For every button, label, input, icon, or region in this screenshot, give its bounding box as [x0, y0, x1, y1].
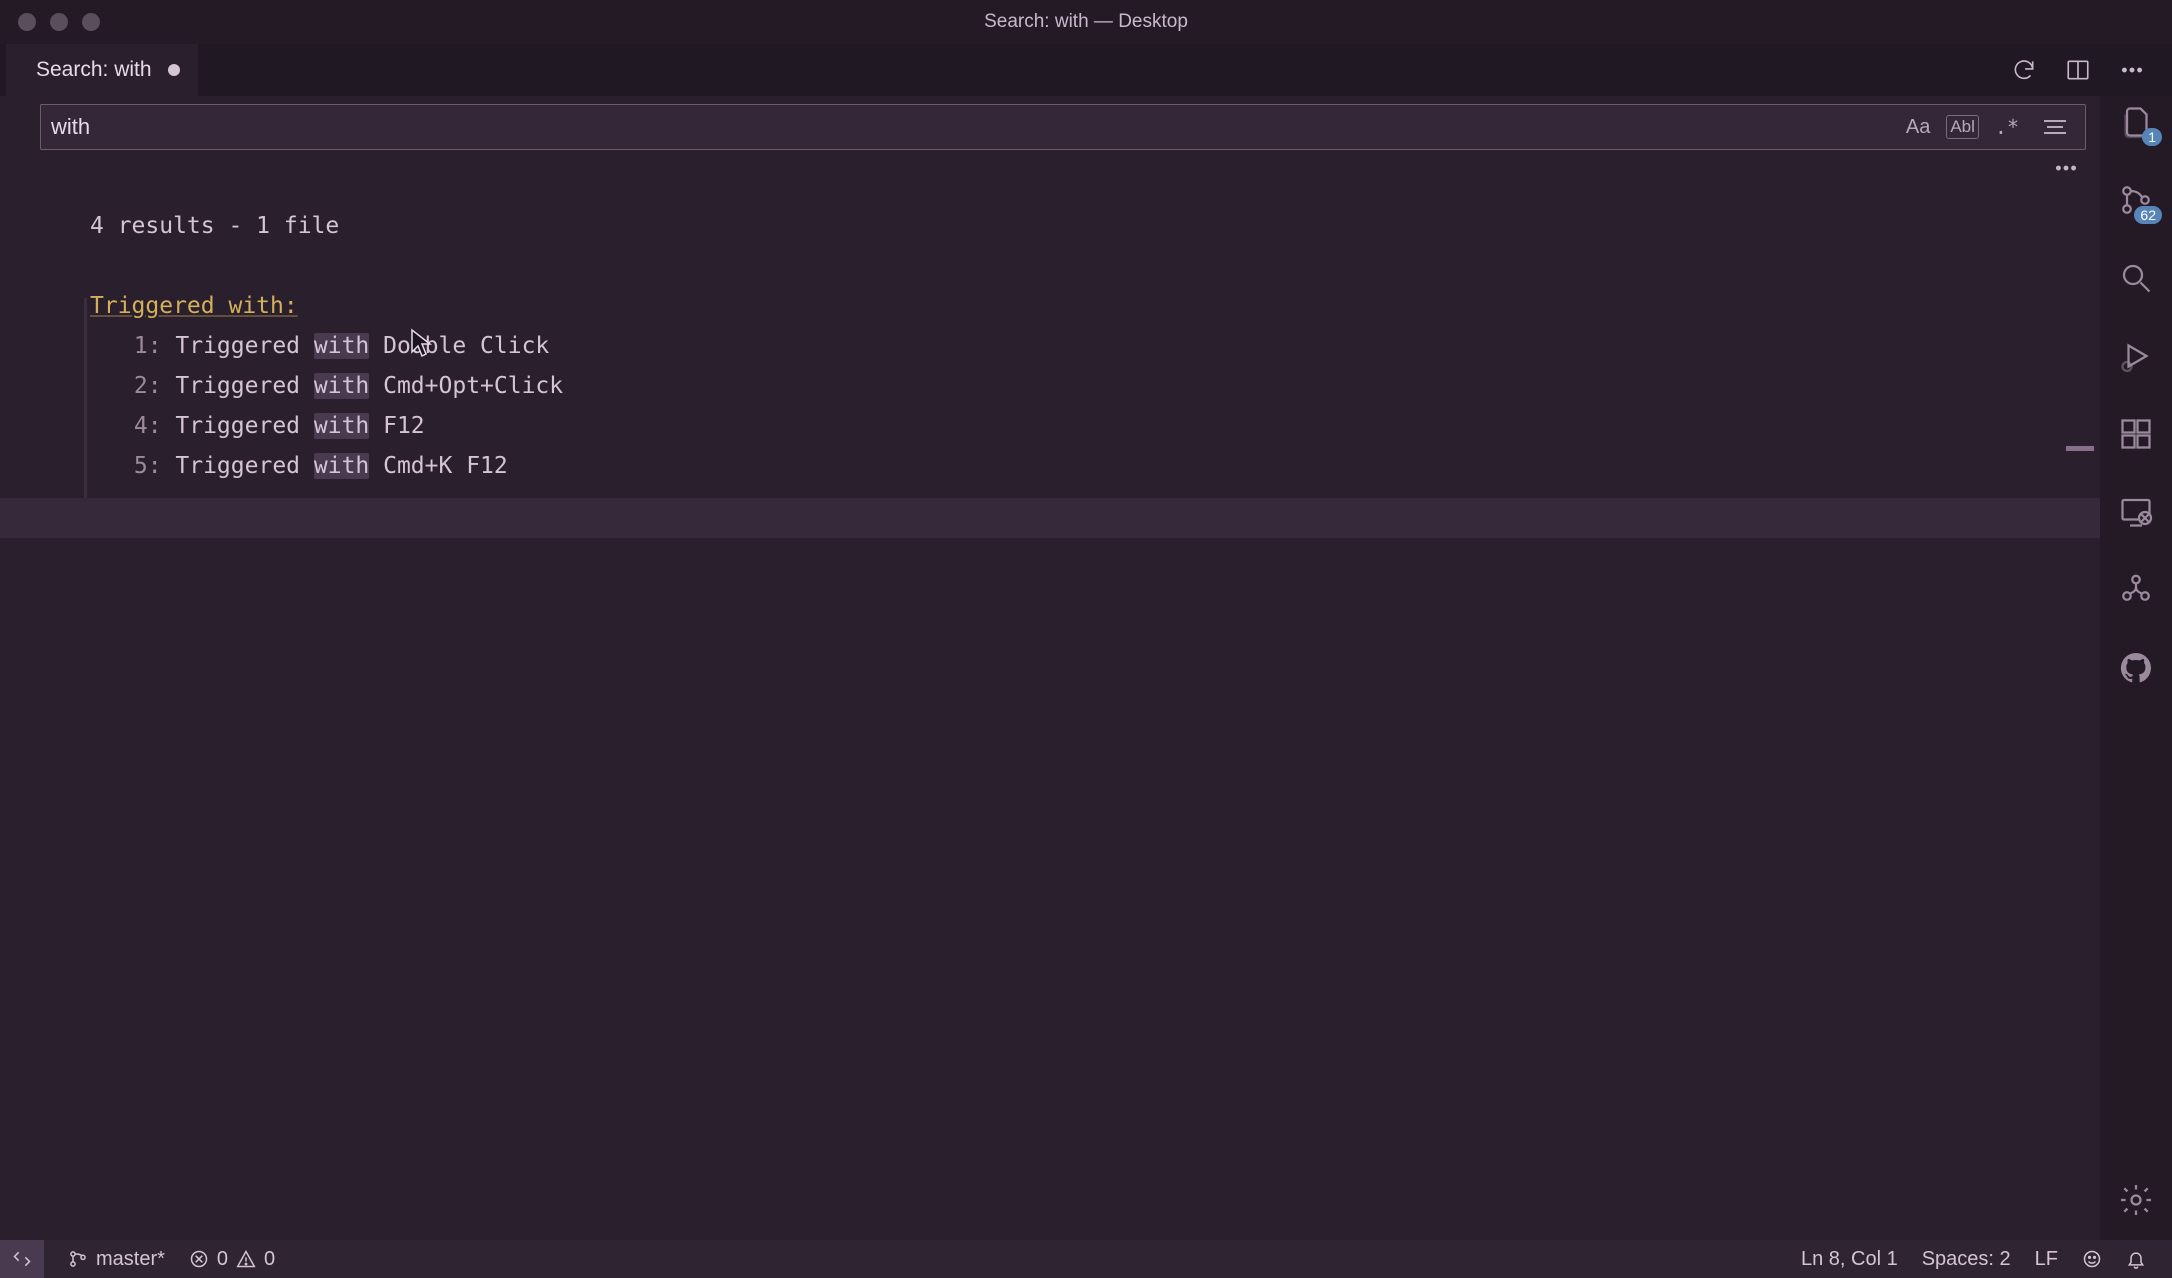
match-case-toggle[interactable]: Aa — [1902, 114, 1934, 141]
split-editor-button[interactable] — [2064, 56, 2092, 84]
run-debug-view[interactable] — [2114, 334, 2158, 378]
status-bar: master* 0 0 Ln 8, Col 1 Spaces: 2 LF — [0, 1240, 2172, 1278]
line-number: 5: — [120, 453, 175, 479]
search-view[interactable] — [2114, 256, 2158, 300]
remote-indicator[interactable] — [0, 1240, 44, 1278]
tab-actions — [2010, 44, 2172, 96]
dirty-indicator — [168, 64, 180, 76]
whole-word-toggle[interactable]: Abl — [1946, 115, 1979, 139]
toggle-search-details[interactable] — [2052, 154, 2080, 182]
close-window[interactable] — [18, 13, 36, 31]
line-post: Cmd+K F12 — [369, 453, 507, 479]
cursor-position[interactable]: Ln 8, Col 1 — [1789, 1248, 1910, 1271]
titlebar: Search: with — Desktop — [0, 0, 2172, 44]
editor-area: Aa Abl .* 4 results - 1 file Triggered w… — [0, 96, 2100, 1240]
results-summary: 4 results - 1 file — [0, 206, 2100, 246]
error-count: 0 — [217, 1248, 228, 1271]
scm-badge: 62 — [2134, 206, 2162, 224]
line-number: 2: — [120, 373, 175, 399]
line-post: Cmd+Opt+Click — [369, 373, 563, 399]
tab-bar: Search: with — [0, 44, 2172, 96]
match-highlight: with — [314, 333, 369, 359]
match-highlight: with — [314, 373, 369, 399]
branch-name: master* — [96, 1248, 165, 1271]
zoom-window[interactable] — [82, 13, 100, 31]
tab-search-with[interactable]: Search: with — [6, 44, 198, 96]
minimize-window[interactable] — [50, 13, 68, 31]
line-pre: Triggered — [175, 373, 313, 399]
explorer-view[interactable]: 1 — [2114, 100, 2158, 144]
result-line[interactable]: 5: Triggered with Cmd+K F12 — [0, 446, 2100, 486]
settings-gear[interactable] — [2114, 1178, 2158, 1222]
scm-view[interactable]: 62 — [2114, 178, 2158, 222]
result-line[interactable]: 2: Triggered with Cmd+Opt+Click — [0, 366, 2100, 406]
result-file-name[interactable]: Triggered with: — [0, 286, 2100, 326]
extensions-view[interactable] — [2114, 412, 2158, 456]
line-pre: Triggered — [175, 413, 313, 439]
line-number: 1: — [120, 333, 175, 359]
indentation-status[interactable]: Spaces: 2 — [1910, 1248, 2023, 1271]
result-line[interactable]: 4: Triggered with F12 — [0, 406, 2100, 446]
line-post: F12 — [369, 413, 424, 439]
github-view[interactable] — [2114, 646, 2158, 690]
line-number: 4: — [120, 413, 175, 439]
search-input-wrap: Aa Abl .* — [40, 104, 2086, 150]
activity-bar: 1 62 — [2100, 96, 2172, 1240]
refresh-button[interactable] — [2010, 56, 2038, 84]
line-post: Double Click — [369, 333, 549, 359]
notifications-icon[interactable] — [2114, 1249, 2158, 1269]
current-line-highlight — [0, 498, 2100, 538]
results-area[interactable]: 4 results - 1 file Triggered with: 1: Tr… — [0, 182, 2100, 1240]
problems-status[interactable]: 0 0 — [177, 1248, 287, 1271]
branch-status[interactable]: master* — [56, 1248, 177, 1271]
search-context-lines-button[interactable] — [2041, 113, 2069, 141]
remote-explorer-view[interactable] — [2114, 490, 2158, 534]
eol-status[interactable]: LF — [2023, 1248, 2070, 1271]
search-input[interactable] — [51, 114, 1896, 140]
result-line[interactable]: 1: Triggered with Double Click — [0, 326, 2100, 366]
line-pre: Triggered — [175, 333, 313, 359]
match-highlight: with — [314, 413, 369, 439]
warning-count: 0 — [264, 1248, 275, 1271]
regex-toggle[interactable]: .* — [1991, 113, 2023, 141]
more-actions-button[interactable] — [2118, 56, 2146, 84]
tab-label: Search: with — [36, 58, 152, 82]
git-graph-view[interactable] — [2114, 568, 2158, 612]
window-controls — [18, 13, 100, 31]
window-title: Search: with — Desktop — [984, 11, 1188, 33]
feedback-icon[interactable] — [2070, 1249, 2114, 1269]
explorer-badge: 1 — [2142, 128, 2162, 146]
minimap-indicator — [2066, 446, 2094, 451]
match-highlight: with — [314, 453, 369, 479]
fold-guide — [84, 298, 87, 498]
line-pre: Triggered — [175, 453, 313, 479]
